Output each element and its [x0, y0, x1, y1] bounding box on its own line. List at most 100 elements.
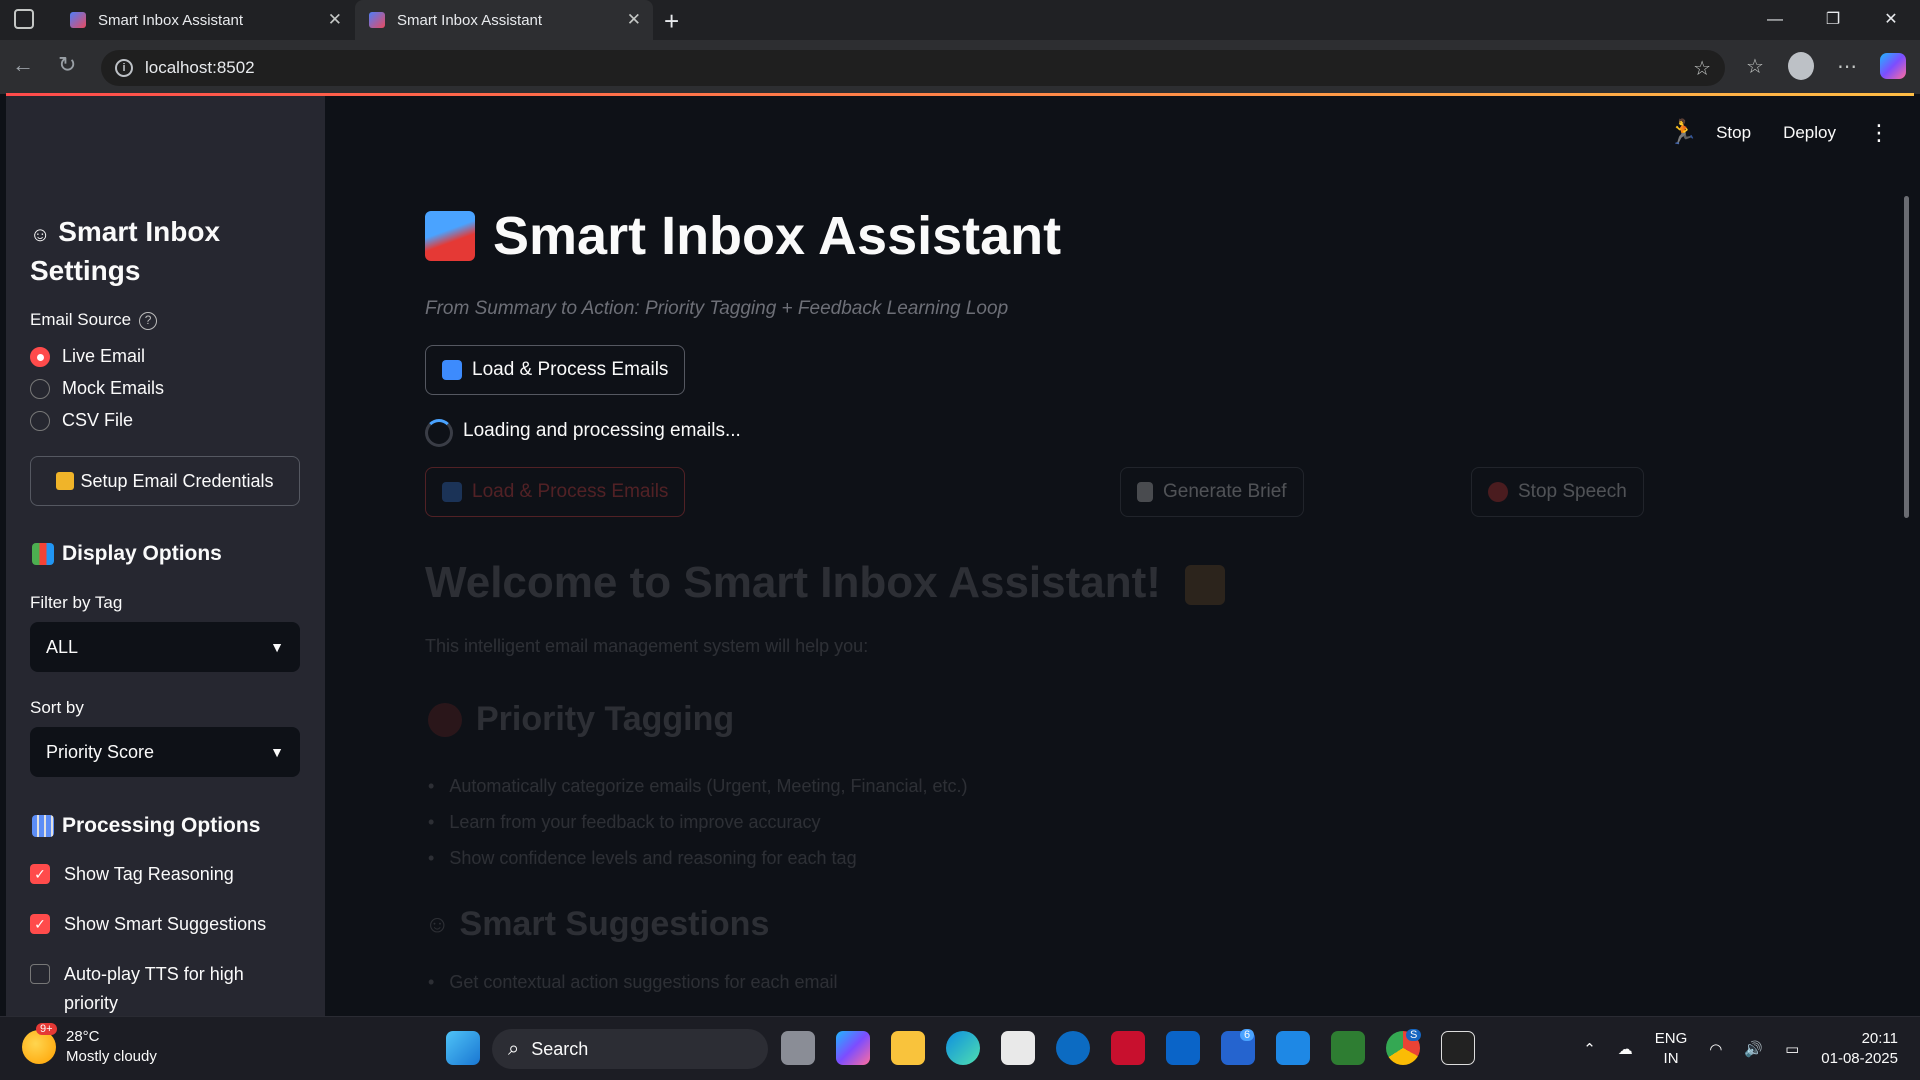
main-scrollbar[interactable]: [1904, 196, 1909, 518]
checkbox-show-smart-suggestions[interactable]: ✓ Show Smart Suggestions: [30, 910, 290, 939]
omnibox[interactable]: i localhost:8502 ☆: [101, 50, 1725, 86]
minimize-icon[interactable]: —: [1746, 0, 1804, 40]
mcafee-icon[interactable]: [1111, 1031, 1145, 1065]
notification-badge: 9+: [36, 1023, 57, 1035]
target-icon: [428, 702, 462, 737]
copilot-app-icon[interactable]: [836, 1031, 870, 1065]
terminal-icon[interactable]: [1331, 1031, 1365, 1065]
sort-by-select[interactable]: Priority Score ▼: [30, 727, 300, 777]
chevron-down-icon: ▼: [270, 744, 284, 760]
restore-icon[interactable]: ❐: [1804, 0, 1862, 40]
app-favicon-icon: [369, 12, 385, 28]
volume-icon[interactable]: 🔊: [1744, 1040, 1763, 1058]
robot-icon: ☺: [30, 224, 51, 246]
chrome-profile-badge: S: [1406, 1029, 1422, 1041]
bar-chart-icon: [32, 543, 54, 565]
document-icon: [1137, 482, 1153, 502]
email-source-label: Email Source?: [30, 310, 158, 330]
windows-start-icon[interactable]: [446, 1031, 480, 1065]
lock-icon: [56, 472, 75, 490]
url-text[interactable]: localhost:8502: [145, 58, 255, 78]
radio-mock-emails[interactable]: Mock Emails: [30, 378, 164, 399]
close-tab-icon[interactable]: ✕: [328, 10, 342, 30]
reload-icon[interactable]: ↻: [58, 52, 76, 78]
page-subtitle: From Summary to Action: Priority Tagging…: [425, 298, 1009, 319]
windows-taskbar: 28°C Mostly cloudy 9+ ⌕ Search 6 S ⌃ ☁ E…: [0, 1016, 1920, 1080]
new-tab-icon[interactable]: +: [664, 6, 679, 37]
task-view-icon[interactable]: [781, 1031, 815, 1065]
checkbox-empty-icon: [30, 964, 50, 984]
setup-email-credentials-button[interactable]: Setup Email Credentials: [30, 456, 300, 506]
browser-tab[interactable]: Smart Inbox Assistant ✕: [56, 0, 354, 40]
vscode-icon[interactable]: [1276, 1031, 1310, 1065]
radio-live-email[interactable]: Live Email: [30, 346, 145, 367]
profile-avatar-icon[interactable]: [1788, 52, 1814, 80]
more-menu-icon[interactable]: ⋯: [1834, 54, 1860, 79]
file-explorer-icon[interactable]: [891, 1031, 925, 1065]
party-popper-icon: [1185, 565, 1226, 606]
site-info-icon[interactable]: i: [115, 59, 133, 77]
outlook-icon[interactable]: [1166, 1031, 1200, 1065]
mailbox-icon: [425, 211, 475, 261]
running-man-icon: 🏃: [1668, 119, 1699, 146]
language-indicator[interactable]: ENG IN: [1655, 1029, 1688, 1069]
app-favicon-icon: [70, 12, 86, 28]
microsoft-store-icon[interactable]: [1001, 1031, 1035, 1065]
list-item: • Automatically categorize emails (Urgen…: [428, 776, 968, 796]
checkbox-show-tag-reasoning[interactable]: ✓ Show Tag Reasoning: [30, 860, 290, 889]
wifi-icon[interactable]: ◠: [1709, 1040, 1722, 1058]
edge-browser-icon[interactable]: [946, 1031, 980, 1065]
list-item: • Show confidence levels and reasoning f…: [428, 848, 857, 868]
loading-spinner-icon: [425, 419, 453, 447]
deploy-button[interactable]: Deploy: [1783, 123, 1836, 143]
back-icon[interactable]: ←: [12, 52, 34, 78]
app-toolbar: 🏃 Stop Deploy ⋮: [1668, 118, 1890, 147]
clock[interactable]: 20:11 01-08-2025: [1821, 1029, 1898, 1069]
welcome-text: This intelligent email management system…: [425, 636, 869, 656]
close-tab-icon[interactable]: ✕: [627, 10, 641, 30]
loading-status-text: Loading and processing emails...: [463, 420, 741, 441]
control-knobs-icon: [32, 815, 54, 837]
display-options-heading: Display Options: [32, 542, 222, 566]
smart-suggestions-list: • Get contextual action suggestions for …: [428, 972, 838, 993]
radio-unselected-icon: [30, 378, 50, 399]
bookmark-star-icon[interactable]: ☆: [1693, 56, 1711, 81]
system-tray: ⌃ ☁ ENG IN ◠ 🔊 ▭ 20:11 01-08-2025: [1583, 1029, 1898, 1069]
processing-options-heading: Processing Options: [32, 814, 260, 838]
app-icon[interactable]: [1441, 1031, 1475, 1065]
weather-widget[interactable]: 28°C Mostly cloudy 9+: [22, 1023, 157, 1067]
generate-brief-button[interactable]: Generate Brief: [1120, 467, 1304, 517]
welcome-heading: Welcome to Smart Inbox Assistant!: [425, 558, 1226, 608]
list-item: • Get contextual action suggestions for …: [428, 972, 838, 992]
robot-icon: ☺: [425, 910, 450, 938]
sidebar-title: ☺ Smart Inbox Settings: [30, 216, 221, 286]
weather-icon: [22, 1030, 56, 1064]
smart-suggestions-heading: ☺ Smart Suggestions: [425, 905, 770, 943]
battery-icon[interactable]: ▭: [1785, 1040, 1799, 1058]
search-icon: ⌕: [508, 1037, 520, 1060]
browser-tab-active[interactable]: Smart Inbox Assistant ✕: [355, 0, 653, 40]
filter-by-tag-label: Filter by Tag: [30, 593, 123, 612]
copilot-icon[interactable]: [1880, 53, 1906, 79]
onedrive-icon[interactable]: ☁: [1618, 1040, 1633, 1058]
taskbar-search[interactable]: ⌕ Search: [492, 1029, 768, 1069]
dell-icon[interactable]: [1056, 1031, 1090, 1065]
close-icon[interactable]: ✕: [1862, 0, 1920, 40]
load-process-emails-button[interactable]: Load & Process Emails: [425, 345, 686, 395]
stale-load-process-emails-button[interactable]: Load & Process Emails: [425, 467, 686, 517]
radio-csv-file[interactable]: CSV File: [30, 410, 133, 431]
tab-actions-icon[interactable]: [14, 9, 34, 29]
checkbox-auto-play-tts[interactable]: Auto-play TTS for high priority: [30, 960, 290, 1016]
chevron-up-icon[interactable]: ⌃: [1583, 1040, 1596, 1058]
favorites-icon[interactable]: ☆: [1742, 54, 1768, 79]
browser-tab-strip: Smart Inbox Assistant ✕ Smart Inbox Assi…: [0, 0, 1920, 40]
checkmark-icon: ✓: [30, 864, 50, 884]
filter-by-tag-select[interactable]: ALL ▼: [30, 622, 300, 672]
stop-button[interactable]: Stop: [1716, 123, 1751, 143]
main-menu-icon[interactable]: ⋮: [1868, 120, 1890, 146]
tab-title: Smart Inbox Assistant: [98, 11, 244, 29]
help-icon[interactable]: ?: [139, 311, 158, 330]
stop-speech-button[interactable]: Stop Speech: [1471, 467, 1644, 517]
radio-unselected-icon: [30, 410, 50, 431]
todo-badge: 6: [1240, 1029, 1255, 1041]
